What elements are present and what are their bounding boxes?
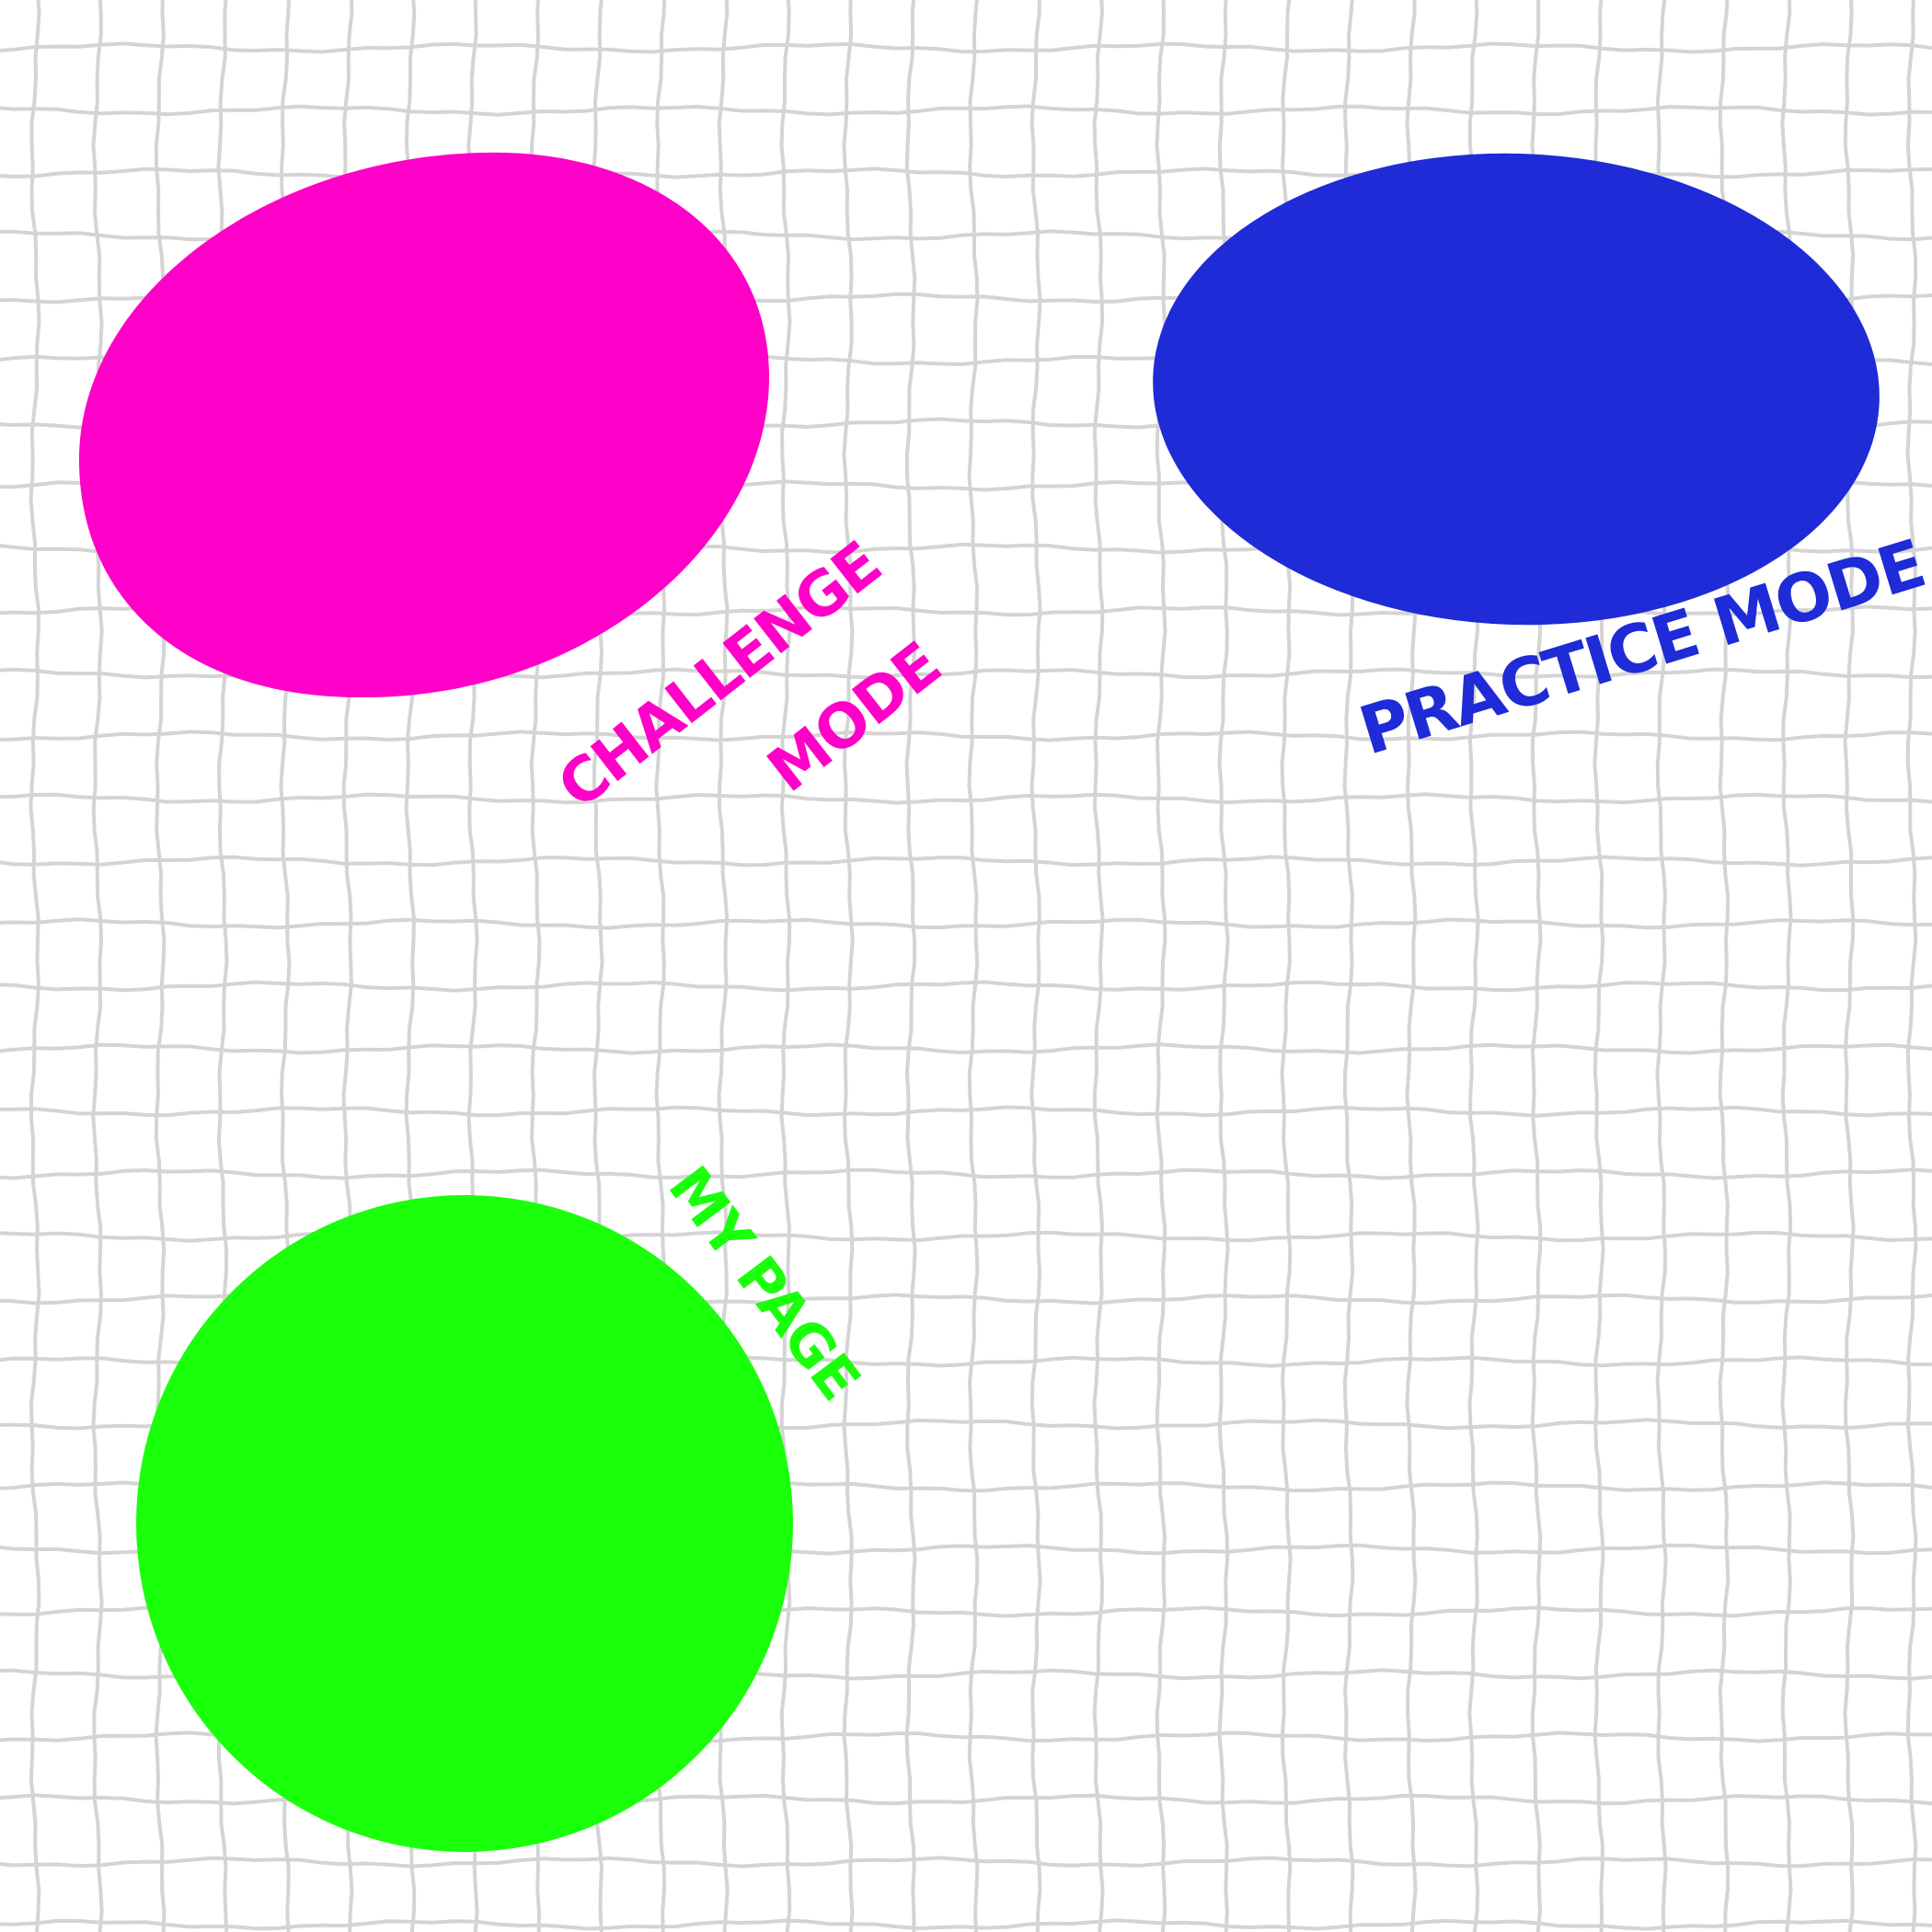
grid-line-horizontal: [0, 1918, 1932, 1931]
grid-line-horizontal: [0, 855, 1932, 868]
grid-line-vertical: [842, 0, 855, 1932]
grid-line-vertical: [1092, 0, 1105, 1932]
grid-line-vertical: [1905, 0, 1918, 1932]
grid-line-horizontal: [0, 792, 1932, 805]
grid-line-vertical: [91, 0, 104, 1932]
grid-line-horizontal: [0, 1105, 1932, 1118]
my-page-shape[interactable]: [136, 1195, 793, 1852]
grid-line-horizontal: [0, 917, 1932, 930]
grid-line-horizontal: [0, 41, 1932, 54]
grid-line-horizontal: [0, 1042, 1932, 1055]
grid-line-vertical: [1029, 0, 1042, 1932]
grid-line-vertical: [904, 0, 917, 1932]
grid-line-vertical: [1155, 0, 1167, 1932]
grid-line-horizontal: [0, 1230, 1932, 1243]
grid-line-horizontal: [0, 730, 1932, 742]
menu-canvas: CHALLENGE MODE PRACTICE MODE MY PAGE: [0, 0, 1932, 1932]
grid-line-vertical: [967, 0, 980, 1932]
grid-line-vertical: [779, 0, 792, 1932]
grid-line-vertical: [29, 0, 41, 1932]
grid-line-horizontal: [0, 1167, 1932, 1180]
grid-line-vertical: [1843, 0, 1856, 1932]
grid-line-horizontal: [0, 104, 1932, 117]
